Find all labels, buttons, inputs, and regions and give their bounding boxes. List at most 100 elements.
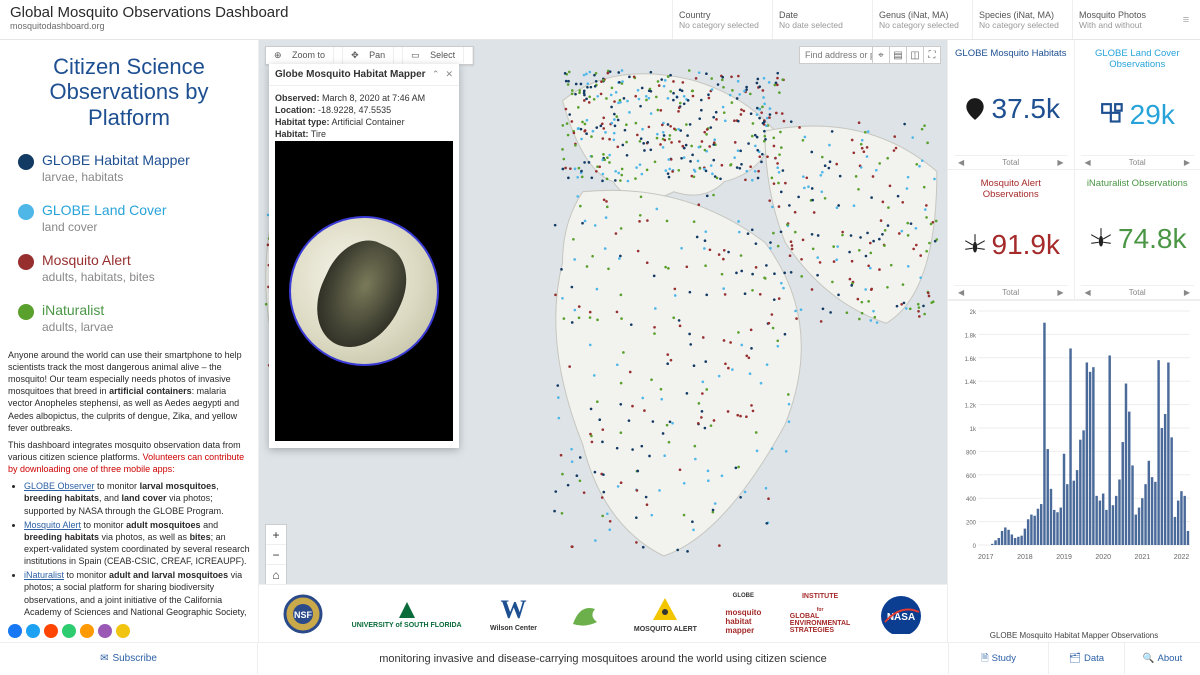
zoom-in-button[interactable]: +: [266, 525, 286, 545]
logo-nasa: NASA: [879, 594, 923, 634]
bar-chart[interactable]: 2k1.8k1.6k1.4k1.2k1k80060040020002017201…: [954, 305, 1194, 565]
left-body: Anyone around the world can use their sm…: [8, 344, 250, 620]
popup-collapse-icon[interactable]: ⌃: [432, 69, 440, 79]
mail-icon: ✉: [100, 653, 108, 664]
legend-globe-habitat: GLOBE Habitat Mapperlarvae, habitats: [18, 152, 250, 184]
svg-text:1k: 1k: [970, 427, 977, 433]
facebook-icon[interactable]: [8, 624, 22, 638]
filter-photos[interactable]: Mosquito PhotosWith and without: [1072, 0, 1172, 39]
logo-strip: NSF UNIVERSITY of SOUTH FLORIDA WWilson …: [259, 584, 947, 642]
kpi2-prev[interactable]: ◀: [954, 288, 968, 297]
misc-icon[interactable]: [116, 624, 130, 638]
kpi3-next[interactable]: ▶: [1180, 288, 1194, 297]
filter-genus[interactable]: Genus (iNat, MA)No category selected: [872, 0, 972, 39]
kpi-globe-landcover: GLOBE Land Cover Observations 29k ◀Total…: [1074, 40, 1200, 170]
svg-text:1.6k: 1.6k: [965, 357, 977, 363]
social-icons: [8, 620, 250, 642]
logo-habitat-mapper: GLOBEmosquitohabitatmapper: [725, 594, 761, 634]
twitter-icon[interactable]: [26, 624, 40, 638]
subscribe-button[interactable]: ✉Subscribe: [0, 643, 258, 674]
footer: ✉Subscribe monitoring invasive and disea…: [0, 642, 1200, 674]
map-zoom-to[interactable]: ⊕ Zoom to: [266, 47, 343, 64]
basemap-icon[interactable]: ◫: [906, 46, 924, 64]
map-controls: ⌖ ▤ ◫ ⛶: [873, 46, 941, 64]
filter-species[interactable]: Species (iNat, MA)No category selected: [972, 0, 1072, 39]
rss-icon[interactable]: [80, 624, 94, 638]
svg-text:2019: 2019: [1056, 554, 1072, 561]
share-icon[interactable]: [62, 624, 76, 638]
svg-text:800: 800: [966, 450, 977, 456]
main: Citizen Science Observations by Platform…: [0, 40, 1200, 642]
logo-usf: UNIVERSITY of SOUTH FLORIDA: [352, 594, 462, 634]
footer-tagline: monitoring invasive and disease-carrying…: [258, 653, 948, 665]
kpi0-next[interactable]: ▶: [1053, 158, 1067, 167]
chart-panel: 2k1.8k1.6k1.4k1.2k1k80060040020002017201…: [948, 300, 1200, 642]
zoom-control: + − ⌂: [265, 524, 287, 586]
popup-photo: [275, 141, 453, 441]
legend-inaturalist: iNaturalistadults, larvae: [18, 302, 250, 334]
map-popup: Globe Mosquito Habitat Mapper ⌃✕ Observe…: [269, 64, 459, 448]
doc-icon: 🗎: [981, 651, 989, 667]
svg-text:1.4k: 1.4k: [965, 380, 977, 386]
header: Global Mosquito Observations Dashboard m…: [0, 0, 1200, 40]
svg-text:600: 600: [966, 474, 977, 480]
popup-close-icon[interactable]: ✕: [445, 69, 453, 79]
svg-text:2022: 2022: [1174, 554, 1190, 561]
kpi1-prev[interactable]: ◀: [1081, 158, 1095, 167]
menu-icon[interactable]: ≡: [1172, 0, 1200, 39]
svg-text:200: 200: [966, 521, 977, 527]
left-heading: Citizen Science Observations by Platform: [8, 54, 250, 130]
link-inaturalist[interactable]: iNaturalist: [24, 570, 64, 580]
kpi0-prev[interactable]: ◀: [954, 158, 968, 167]
kpi-globe-habitats: GLOBE Mosquito Habitats 37.5k ◀Total▶: [948, 40, 1074, 170]
svg-text:0: 0: [973, 544, 977, 550]
page-subtitle: mosquitodashboard.org: [10, 21, 662, 31]
svg-text:2k: 2k: [970, 310, 977, 316]
expand-icon[interactable]: ⛶: [923, 46, 941, 64]
svg-text:1.8k: 1.8k: [965, 333, 977, 339]
chart-caption: GLOBE Mosquito Habitat Mapper Observatio…: [948, 631, 1200, 640]
header-title-block: Global Mosquito Observations Dashboard m…: [0, 0, 672, 39]
kpi-mosquito-alert: Mosquito Alert Observations 91.9k ◀Total…: [948, 170, 1074, 300]
svg-text:NASA: NASA: [887, 612, 915, 623]
legend-mosquito-alert: Mosquito Alertadults, habitats, bites: [18, 252, 250, 284]
logo-mosquito-alert: MOSQUITO ALERT: [634, 594, 697, 634]
map-pan[interactable]: ✥ Pan: [343, 47, 403, 64]
data-icon: 🗂: [1069, 653, 1081, 664]
search-icon: 🔍: [1143, 653, 1155, 664]
kpi-inaturalist: iNaturalist Observations 74.8k ◀Total▶: [1074, 170, 1200, 300]
filter-date[interactable]: DateNo date selected: [772, 0, 872, 39]
logo-wilson: WWilson Center: [490, 594, 537, 634]
layers-icon[interactable]: ▤: [889, 46, 907, 64]
svg-text:NSF: NSF: [294, 610, 313, 620]
logo-bird: [565, 594, 605, 634]
about-button[interactable]: 🔍About: [1124, 643, 1200, 674]
legend-globe-landcover: GLOBE Land Coverland cover: [18, 202, 250, 234]
logo-nsf: NSF: [283, 594, 323, 634]
reddit-icon[interactable]: [44, 624, 58, 638]
kpi1-next[interactable]: ▶: [1180, 158, 1194, 167]
svg-text:400: 400: [966, 497, 977, 503]
svg-text:2020: 2020: [1095, 554, 1111, 561]
link-mosquito-alert[interactable]: Mosquito Alert: [24, 520, 81, 530]
svg-text:2021: 2021: [1135, 554, 1151, 561]
link-globe-observer[interactable]: GLOBE Observer: [24, 481, 95, 491]
map-toolbar: ⊕ Zoom to ✥ Pan ▭ Select: [265, 46, 474, 65]
data-button[interactable]: 🗂Data: [1048, 643, 1124, 674]
left-panel: Citizen Science Observations by Platform…: [0, 40, 258, 642]
study-button[interactable]: 🗎Study: [948, 643, 1048, 674]
kpi3-prev[interactable]: ◀: [1081, 288, 1095, 297]
mastodon-icon[interactable]: [98, 624, 112, 638]
page-title: Global Mosquito Observations Dashboard: [10, 4, 662, 21]
map-select[interactable]: ▭ Select: [403, 47, 473, 64]
kpi2-next[interactable]: ▶: [1053, 288, 1067, 297]
svg-text:2018: 2018: [1017, 554, 1033, 561]
filter-country[interactable]: CountryNo category selected: [672, 0, 772, 39]
popup-title: Globe Mosquito Habitat Mapper: [275, 69, 426, 80]
right-panel: GLOBE Mosquito Habitats 37.5k ◀Total▶ GL…: [948, 40, 1200, 642]
home-button[interactable]: ⌂: [266, 565, 286, 585]
logo-iges: INSTITUTEfor GLOBALENVIRONMENTALSTRATEGI…: [790, 594, 851, 634]
zoom-out-button[interactable]: −: [266, 545, 286, 565]
locate-icon[interactable]: ⌖: [872, 46, 890, 64]
map-panel[interactable]: ⊕ Zoom to ✥ Pan ▭ Select ⌖ ▤ ◫ ⛶ + − ⌂ 1…: [258, 40, 948, 642]
